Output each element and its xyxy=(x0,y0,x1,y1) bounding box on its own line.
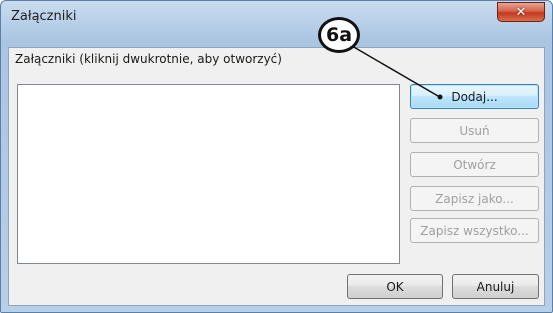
callout-badge: 6a xyxy=(318,17,360,53)
callout-pointer xyxy=(351,45,443,100)
callout-leader-line xyxy=(351,45,439,97)
callout-badge-label: 6a xyxy=(325,24,353,46)
callout-leader-dot xyxy=(437,94,443,100)
